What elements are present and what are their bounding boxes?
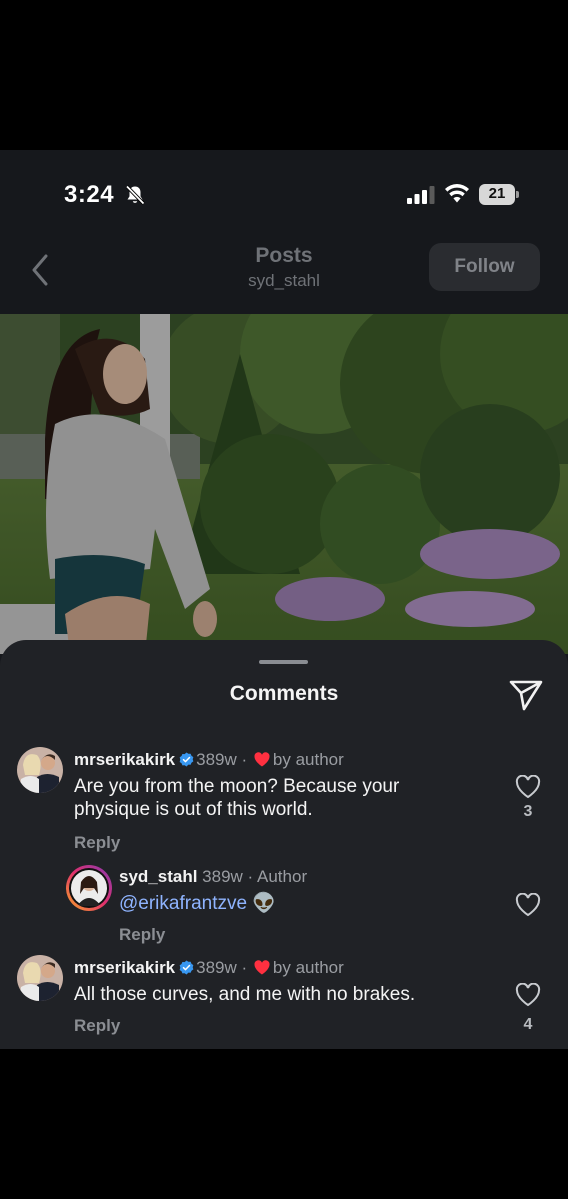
post-photo[interactable] [0,314,568,654]
avatar[interactable] [17,747,63,793]
heart-filled-icon [254,752,270,767]
mention-link[interactable]: @erikafrantzve [119,893,247,914]
comment-text: @erikafrantzve 👽 [119,892,479,915]
battery-icon: 21 [479,184,519,205]
follow-button[interactable]: Follow [429,243,540,291]
heart-outline-icon[interactable] [515,775,541,799]
like-count: 3 [523,803,533,820]
sheet-title: Comments [229,682,339,705]
battery-level: 21 [488,185,506,202]
liked-by-author-label: by author [272,958,344,977]
comment-age: 389w [196,958,237,977]
status-bar: 3:24 21 [0,150,568,240]
photo-overlay [0,314,568,654]
author-badge: Author [257,867,308,886]
signal-icon [407,186,435,204]
top-letterbox [0,0,568,150]
comment-age: 389w [196,750,237,769]
comment-header: mrserikakirk 389w · by author [74,750,344,770]
comment-text: All those curves, and me with no brakes. [74,984,416,1005]
heart-outline-icon[interactable] [515,893,541,917]
page-subtitle-username[interactable]: syd_stahl [184,271,384,291]
alien-emoji: 👽 [252,893,277,914]
liked-by-author-label: by author [272,750,344,769]
comment-username[interactable]: mrserikakirk [74,958,175,977]
verified-badge-icon [179,752,194,767]
comment-item: mrserikakirk 389w · by author All those c… [0,953,568,1043]
sheet-drag-handle[interactable] [259,660,308,664]
status-time: 3:24 [64,181,115,208]
like-count: 4 [523,1016,533,1033]
wifi-icon [445,184,469,203]
verified-badge-icon [179,960,194,975]
reply-button[interactable]: Reply [74,833,120,853]
send-icon[interactable] [508,678,544,712]
nav-header: Posts syd_stahl Follow [0,238,568,314]
bell-slash-icon [125,185,145,205]
comment-age: 389w [202,867,243,886]
meta-separator: · [247,867,254,886]
avatar[interactable] [17,955,63,1001]
heart-outline-icon[interactable] [515,983,541,1007]
comment-item: mrserikakirk 389w · by author Are you fro… [0,745,568,855]
comment-header: syd_stahl 389w · Author [119,867,307,887]
meta-separator: · [241,750,248,769]
meta-separator: · [241,958,248,977]
back-chevron-icon[interactable] [26,252,56,288]
comment-username[interactable]: mrserikakirk [74,750,175,769]
heart-filled-icon [254,960,270,975]
bottom-letterbox [0,1049,568,1199]
comment-header: mrserikakirk 389w · by author [74,958,344,978]
reply-comment-item: syd_stahl 389w · Author @erikafrantzve 👽… [0,862,568,952]
reply-button[interactable]: Reply [74,1016,120,1036]
comment-text: Are you from the moon? Because your phys… [74,776,400,820]
page-title: Posts [255,244,313,267]
avatar-story-ring[interactable] [66,865,112,911]
reply-button[interactable]: Reply [119,925,165,945]
phone-screen: 3:24 21 Posts syd_stahl Follow Comments … [0,150,568,1049]
comments-sheet: Comments mrserikakirk 389w · by author A… [0,640,568,1049]
comment-username[interactable]: syd_stahl [119,867,197,886]
